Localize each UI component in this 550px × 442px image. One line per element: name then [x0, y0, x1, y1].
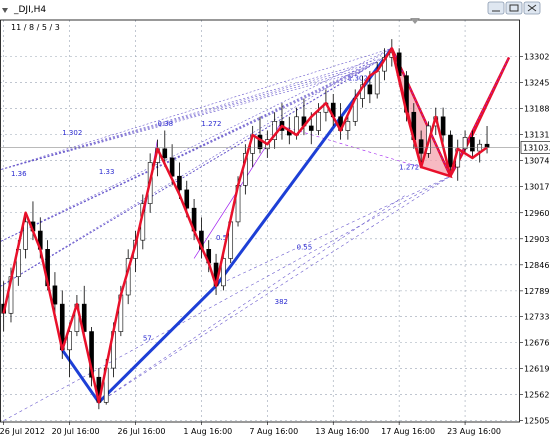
fib-fan-line [0, 57, 385, 171]
chart-window: 1.302 1.272 1.302 1.272 1.36 1.33 0.5 0.55 382 57… [0, 0, 550, 442]
current-price-label: 13103.1 [523, 143, 550, 152]
candle-bear [440, 116, 446, 136]
fib-fan-line [0, 66, 370, 243]
fib-label: 57 [143, 335, 152, 343]
x-tick-label: 23 Aug 16:00 [447, 427, 501, 436]
fib-fan-line [0, 70, 363, 243]
fib-label: 1.272 [201, 120, 221, 128]
candle-bull [374, 70, 380, 95]
x-tick-label: 26 Jul 16:00 [117, 427, 165, 436]
y-tick-label: 13017 [524, 183, 549, 192]
y-tick-label: 12619 [524, 365, 549, 374]
candle-bear [184, 189, 190, 209]
candle-bull [23, 221, 28, 250]
candle-bull [345, 121, 351, 131]
candle-bear [177, 175, 182, 191]
x-tick-label: 20 Jul 16:00 [52, 427, 100, 436]
y-tick-label: 12562 [524, 391, 549, 400]
candle-bull [316, 111, 321, 131]
y-tick-label: 12846 [524, 261, 549, 270]
minimize-button[interactable] [487, 1, 505, 15]
x-tick-label: 17 Aug 16:00 [381, 427, 435, 436]
y-tick-label: 12903 [524, 235, 549, 244]
candle-bear [470, 137, 475, 152]
y-tick-label: 13188 [524, 105, 549, 114]
x-tick-label: 7 Aug 16:00 [249, 427, 298, 436]
candle-bear [367, 84, 373, 95]
candle-bear [418, 139, 424, 154]
y-tick-label: 13302 [524, 52, 549, 61]
y-tick-label: 13131 [524, 131, 549, 140]
chart-shift-marker[interactable] [410, 18, 420, 24]
chart-shift-icon[interactable] [2, 8, 8, 13]
fib-label: 0.55 [297, 243, 313, 251]
candle-bear [308, 125, 314, 131]
restore-button[interactable] [505, 1, 523, 15]
fib-label: 1.302 [62, 129, 82, 137]
candles [1, 39, 490, 410]
fib-label: 1.33 [99, 168, 115, 176]
x-tick-label: 26 Jul 2012 [0, 427, 45, 436]
candle-bear [448, 134, 453, 168]
plot-border [0, 19, 520, 423]
y-tick-label: 12789 [524, 287, 549, 296]
indicator-legend: 11 / 8 / 5 / 3 [11, 23, 60, 32]
candle-bear [52, 285, 58, 305]
x-tick-label: 13 Aug 16:00 [315, 427, 369, 436]
close-button[interactable] [523, 1, 541, 15]
chart-grid [0, 20, 520, 422]
fib-label: 0.38 [157, 120, 173, 128]
y-tick-label: 13074 [524, 157, 549, 166]
fib-label: 382 [275, 298, 288, 306]
fib-fan-line [98, 175, 451, 403]
chart-title: _DJI,H4 [13, 5, 46, 15]
price-chart: 1.3021.2721.3021.2721.36 1.330.50.5538257… [0, 1, 550, 436]
fib-label: 1.302 [348, 74, 368, 82]
candle-bear [162, 148, 168, 159]
y-tick-label: 12733 [524, 312, 549, 321]
y-tick-label: 12505 [524, 417, 549, 426]
y-tick-label: 12676 [524, 339, 549, 348]
fib-label: 1.36 [11, 170, 27, 178]
y-tick-label: 13245 [524, 79, 549, 88]
y-tick-label: 12960 [524, 209, 549, 218]
fib-label: 1.272 [399, 163, 419, 171]
x-tick-label: 1 Aug 16:00 [183, 427, 232, 436]
fib-lines: 1.3021.2721.3021.2721.36 1.330.50.5538257… [0, 47, 451, 421]
trend-line [97, 284, 218, 404]
fib-fan-line [0, 48, 392, 287]
candle-bull [462, 137, 468, 150]
